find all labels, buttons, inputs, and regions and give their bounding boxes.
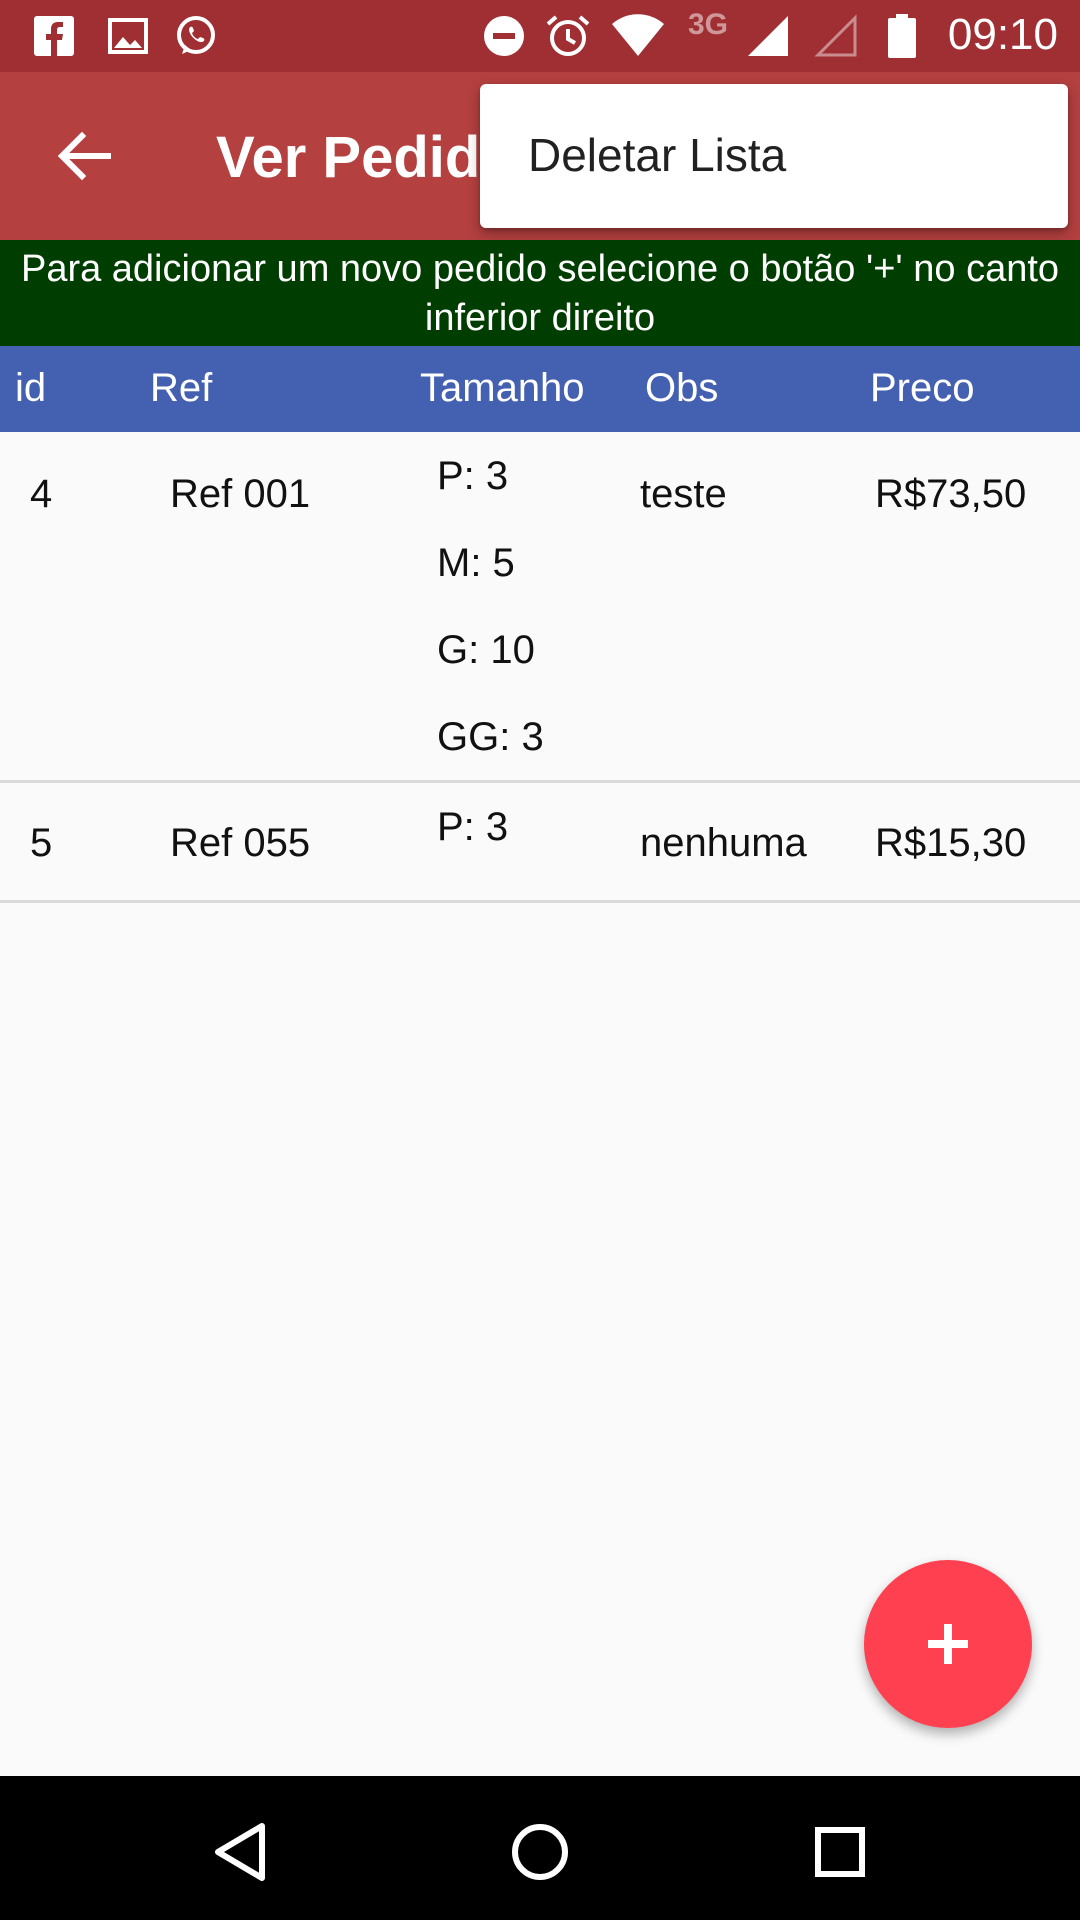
whatsapp-icon bbox=[177, 16, 215, 54]
cell-price: R$15,30 bbox=[875, 821, 1027, 865]
menu-item-label: Deletar Lista bbox=[528, 129, 787, 181]
header-tamanho: Tamanho bbox=[420, 366, 585, 410]
network-type: 3G bbox=[688, 8, 729, 41]
cell-sizes: P: 3 M: 5 G: 10 GG: 3 bbox=[437, 454, 544, 802]
status-bar: 3G 09:10 bbox=[0, 0, 1080, 72]
cell-ref: Ref 055 bbox=[170, 821, 311, 865]
cell-price: R$73,50 bbox=[875, 472, 1027, 516]
signal-icon bbox=[748, 16, 788, 56]
back-triangle-icon bbox=[215, 1823, 265, 1881]
nav-recents-button[interactable] bbox=[800, 1812, 880, 1892]
add-order-button[interactable] bbox=[864, 1560, 1032, 1728]
cell-ref: Ref 001 bbox=[170, 472, 311, 516]
navigation-bar bbox=[0, 1776, 1080, 1920]
nav-back-button[interactable] bbox=[200, 1812, 280, 1892]
battery-icon bbox=[888, 14, 916, 58]
size-item: P: 3 bbox=[437, 805, 509, 849]
size-item: G: 10 bbox=[437, 628, 535, 672]
alarm-icon bbox=[546, 15, 590, 56]
home-circle-icon bbox=[512, 1824, 568, 1880]
do-not-disturb-icon bbox=[484, 16, 524, 56]
menu-item-delete-list[interactable]: Deletar Lista bbox=[480, 84, 1068, 228]
wifi-icon bbox=[612, 14, 664, 56]
table-row[interactable]: 4 Ref 001 P: 3 M: 5 G: 10 GG: 3 teste R$… bbox=[0, 432, 1080, 783]
signal-empty-icon bbox=[814, 14, 857, 57]
cell-id: 4 bbox=[30, 472, 53, 516]
header-preco: Preco bbox=[870, 366, 975, 410]
table-row[interactable]: 5 Ref 055 P: 3 nenhuma R$15,30 bbox=[0, 783, 1080, 903]
size-item: P: 3 bbox=[437, 454, 509, 498]
recents-square-icon bbox=[815, 1827, 865, 1877]
cell-sizes: P: 3 bbox=[437, 805, 508, 892]
overflow-menu: Deletar Lista bbox=[480, 84, 1068, 228]
header-ref: Ref bbox=[150, 366, 213, 410]
facebook-icon bbox=[34, 16, 74, 56]
gallery-icon bbox=[108, 18, 148, 54]
cell-obs: nenhuma bbox=[640, 821, 807, 865]
arrow-back-icon bbox=[57, 131, 111, 181]
back-button[interactable] bbox=[44, 116, 124, 196]
status-time: 09:10 bbox=[947, 10, 1058, 59]
header-id: id bbox=[15, 366, 47, 410]
plus-icon bbox=[928, 1624, 968, 1664]
table-header: id Ref Tamanho Obs Preco bbox=[0, 346, 1080, 432]
cell-id: 5 bbox=[30, 821, 53, 865]
size-item: M: 5 bbox=[437, 541, 515, 585]
info-banner: Para adicionar um novo pedido selecione … bbox=[0, 240, 1080, 346]
cell-obs: teste bbox=[640, 472, 727, 516]
nav-home-button[interactable] bbox=[500, 1812, 580, 1892]
header-obs: Obs bbox=[645, 366, 719, 410]
